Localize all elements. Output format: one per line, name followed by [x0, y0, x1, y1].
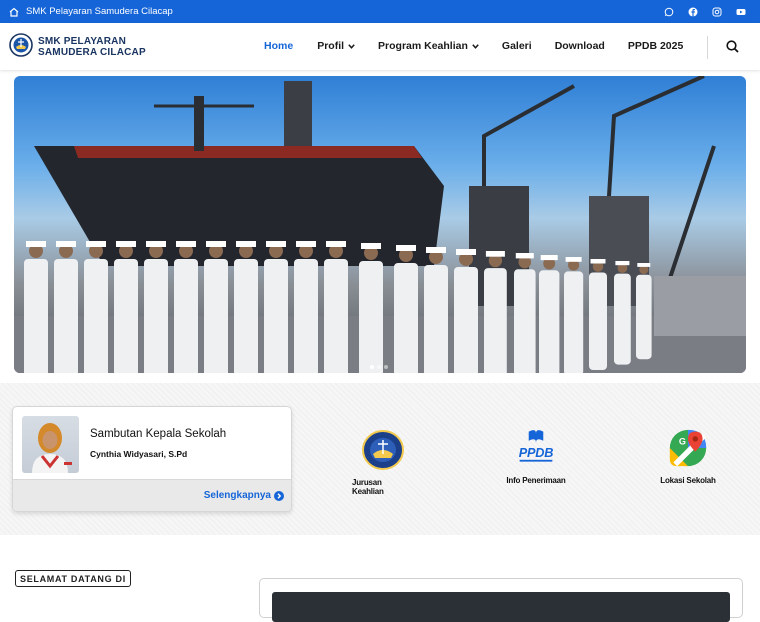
principal-name: Cynthia Widyasari, S.Pd [90, 449, 188, 459]
principal-photo [22, 416, 79, 473]
nav-ppdb[interactable]: PPDB 2025 [628, 40, 683, 52]
nav-galeri[interactable]: Galeri [502, 40, 532, 52]
nav-profil[interactable]: Profil [317, 40, 355, 52]
feature-lokasi[interactable]: G Lokasi Sekolah [657, 428, 719, 485]
arrow-right-circle-icon [274, 490, 284, 501]
home-icon [9, 7, 19, 17]
social-links [664, 7, 752, 17]
feature-label: Info Penerimaan [506, 476, 566, 485]
top-bar: SMK Pelayaran Samudera Cilacap [0, 0, 760, 23]
card-title: Sambutan Kepala Sekolah [90, 428, 227, 440]
nav-program-keahlian[interactable]: Program Keahlian [378, 40, 479, 52]
welcome-label: SELAMAT DATANG DI [15, 570, 131, 587]
feature-label: Lokasi Sekolah [660, 476, 716, 485]
ppdb-book-icon: PPDB [519, 430, 554, 462]
search-icon[interactable] [726, 40, 739, 53]
facebook-icon[interactable] [688, 7, 698, 17]
feature-info-penerimaan[interactable]: PPDB Info Penerimaan [505, 428, 567, 485]
youtube-icon[interactable] [736, 7, 746, 17]
slider-dots [370, 365, 388, 369]
main-nav: Home Profil Program Keahlian Galeri Down… [264, 40, 683, 52]
slider-dot[interactable] [370, 365, 374, 369]
map-location-icon: G [669, 429, 707, 467]
nav-home[interactable]: Home [264, 40, 293, 52]
site-name: SMK Pelayaran Samudera Cilacap [26, 6, 173, 17]
chevron-down-icon [348, 43, 355, 49]
slider-dot[interactable] [377, 365, 381, 369]
school-brand[interactable]: SMK PELAYARAN SAMUDERA CILACAP [38, 36, 146, 58]
ppdb-logo-text: PPDB [519, 445, 554, 460]
nav-divider [707, 36, 708, 59]
school-emblem-icon [362, 430, 404, 470]
read-more-label: Selengkapnya [203, 490, 271, 501]
whatsapp-icon[interactable] [664, 7, 674, 17]
principal-card: Sambutan Kepala Sekolah Cynthia Widyasar… [12, 406, 292, 512]
read-more-link[interactable]: Selengkapnya [204, 490, 284, 501]
svg-text:G: G [679, 436, 686, 446]
brand-line-2: SAMUDERA CILACAP [38, 46, 146, 58]
school-logo-icon[interactable] [9, 33, 33, 57]
card-footer: Selengkapnya [13, 479, 291, 511]
video-preview[interactable] [272, 592, 730, 622]
main-header: SMK PELAYARAN SAMUDERA CILACAP Home Prof… [0, 23, 760, 70]
content-panel [259, 578, 743, 622]
instagram-icon[interactable] [712, 7, 722, 17]
feature-jurusan[interactable]: Jurusan Keahlian [352, 428, 414, 496]
nav-download[interactable]: Download [555, 40, 605, 52]
feature-label: Jurusan Keahlian [352, 478, 384, 496]
slider-dot[interactable] [384, 365, 388, 369]
chevron-down-icon [472, 43, 479, 49]
brand-line-1: SMK PELAYARAN [38, 36, 126, 47]
hero-slider[interactable] [14, 76, 746, 373]
hero-image [14, 76, 746, 373]
